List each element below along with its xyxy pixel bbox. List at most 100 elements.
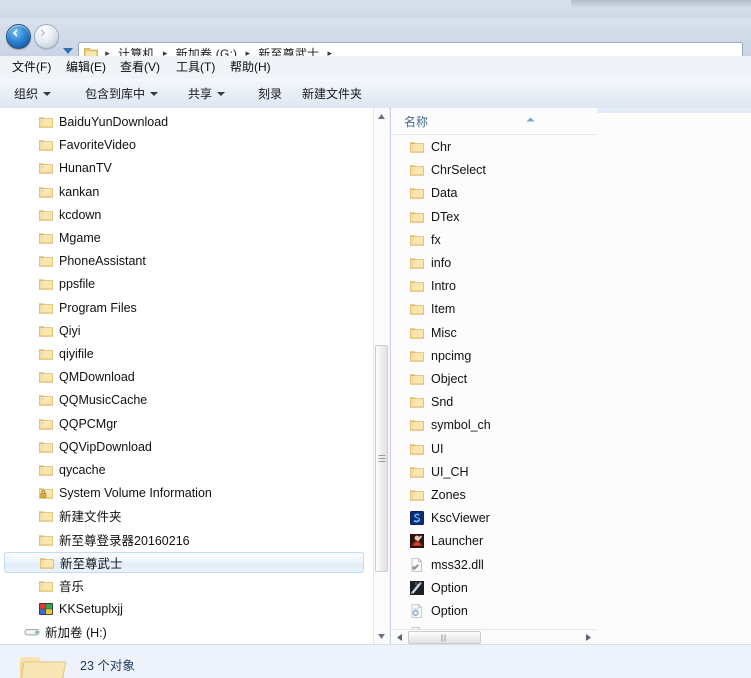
tree-item-label: Program Files [59,300,137,315]
tree-item[interactable]: ppsfile [0,273,95,294]
file-list-item[interactable]: KscViewer [391,507,490,528]
folder-icon [410,141,424,153]
file-list-item[interactable]: Object [391,368,467,389]
file-list-item[interactable]: Intro [391,275,456,296]
file-list-item-label: Zones [431,487,466,502]
tree-item[interactable]: kankan [0,181,99,202]
file-list-pane[interactable]: 名称 Chr ChrSelect Data DTex fx info Intro Item Mi… [390,108,597,644]
scroll-up-button[interactable] [374,108,389,124]
file-list-item[interactable]: Option [391,600,468,621]
tree-item[interactable]: System Volume Information [0,482,212,503]
navigation-pane-scrollbar[interactable] [373,108,389,644]
file-list-item[interactable]: npcimg [391,345,471,366]
toolbar-button-4[interactable]: 刻录 [258,85,282,103]
toolbar-button-2[interactable]: 包含到库中 [85,85,159,103]
folder-icon [410,443,424,455]
tree-item[interactable]: PhoneAssistant [0,250,146,271]
back-button[interactable] [6,24,31,49]
folder-icon [39,139,53,151]
file-list-item[interactable]: symbol_ch [391,414,491,435]
scroll-right-button[interactable] [580,630,596,645]
warrior-app-icon [410,533,424,548]
menu-item-4[interactable]: 工具(T) [172,59,219,76]
recent-locations-button[interactable] [61,44,75,56]
file-list-item[interactable]: Item [391,298,455,319]
file-list-item[interactable]: Zones [391,484,466,505]
tree-item-label: QQMusicCache [59,392,148,407]
tree-item[interactable]: KKSetuplxjj [0,598,123,619]
folder-icon [410,373,424,385]
file-list-item[interactable]: info [391,252,451,273]
title-bar-glare [571,0,751,8]
tree-item[interactable]: qycache [0,459,106,480]
tree-item-label: QQVipDownload [59,439,152,454]
folder-icon [39,418,53,430]
tree-item-label: Mgame [59,230,101,245]
tree-item[interactable]: 音乐 [0,575,84,596]
forward-button[interactable] [34,24,59,49]
menu-item-1[interactable]: 文件(F) [8,59,55,76]
file-list-item-label: mss32.dll [431,557,484,572]
toolbar-button-3[interactable]: 共享 [188,85,226,103]
tree-item-label: kankan [59,184,100,199]
tree-item-label: 新加卷 (H:) [45,626,107,640]
tree-item[interactable]: qiyifile [0,343,94,364]
file-list-item-label: Data [431,185,458,200]
file-list-item[interactable]: DTex [391,206,459,227]
menu-item-2[interactable]: 编辑(E) [62,59,110,76]
tree-item[interactable]: BaiduYunDownload [0,111,168,132]
file-list-item-label: fx [431,232,441,247]
tree-item[interactable]: 新建文件夹 [0,505,122,526]
file-list-item[interactable]: fx [391,229,441,250]
tree-item[interactable]: kcdown [0,204,101,225]
column-header-name[interactable]: 名称 [391,108,597,135]
tree-item[interactable]: 新加卷 (H:) [0,621,107,642]
tree-item[interactable]: FavoriteVideo [0,134,136,155]
tree-item-label: 新至尊登录器20160216 [59,534,190,548]
tree-item[interactable]: Program Files [0,297,137,318]
chevron-down-icon [150,92,159,96]
scrollbar-thumb[interactable] [375,345,388,572]
file-list-item-label: Object [431,371,468,386]
file-list-item-label: info [431,255,452,270]
tree-item[interactable]: Qiyi [0,320,81,341]
toolbar-button-5[interactable]: 新建文件夹 [302,85,362,103]
menu-item-3[interactable]: 查看(V) [116,59,164,76]
file-list-empty-area[interactable] [596,108,751,644]
folder-icon [39,325,53,337]
tree-item[interactable]: HunanTV [0,157,112,178]
toolbar-button-1[interactable]: 组织 [14,85,52,103]
folder-icon [410,257,424,269]
folder-icon [410,164,424,176]
tree-item[interactable]: 新至尊登录器20160216 [0,529,190,550]
tree-item-selected[interactable]: 新至尊武士 [4,552,364,573]
tree-item-label: PhoneAssistant [59,253,146,268]
file-list-item[interactable]: Data [391,182,457,203]
file-list-hscrollbar[interactable] [391,629,596,659]
file-list-item[interactable]: UI [391,438,444,459]
tree-item[interactable]: QQPCMgr [0,413,117,434]
file-list-item[interactable]: Launcher [391,530,483,551]
file-list-item[interactable]: Snd [391,391,453,412]
file-list-item[interactable]: Misc [391,322,457,343]
tree-item[interactable]: QMDownload [0,366,135,387]
folder-icon [410,187,424,199]
file-list-item[interactable]: Option [391,577,468,598]
file-list-item[interactable]: Chr [391,136,451,157]
navigation-pane[interactable]: BaiduYunDownload FavoriteVideo HunanTV kank… [0,108,389,644]
scroll-down-button[interactable] [374,628,389,644]
menu-item-5[interactable]: 帮助(H) [226,59,275,76]
hscrollbar-thumb[interactable] [408,631,481,659]
file-list-item-label: KscViewer [431,510,490,525]
tree-item-label: 新建文件夹 [59,510,122,524]
folder-icon [410,303,424,315]
tree-item[interactable]: Mgame [0,227,101,248]
tree-item[interactable]: QQVipDownload [0,436,152,457]
scroll-left-button[interactable] [391,630,407,645]
folder-icon [39,278,53,290]
tree-item[interactable]: QQMusicCache [0,389,147,410]
winrar-icon [39,602,53,615]
file-list-item[interactable]: ChrSelect [391,159,486,180]
file-list-item[interactable]: UI_CH [391,461,469,482]
file-list-item[interactable]: mss32.dll [391,554,484,575]
